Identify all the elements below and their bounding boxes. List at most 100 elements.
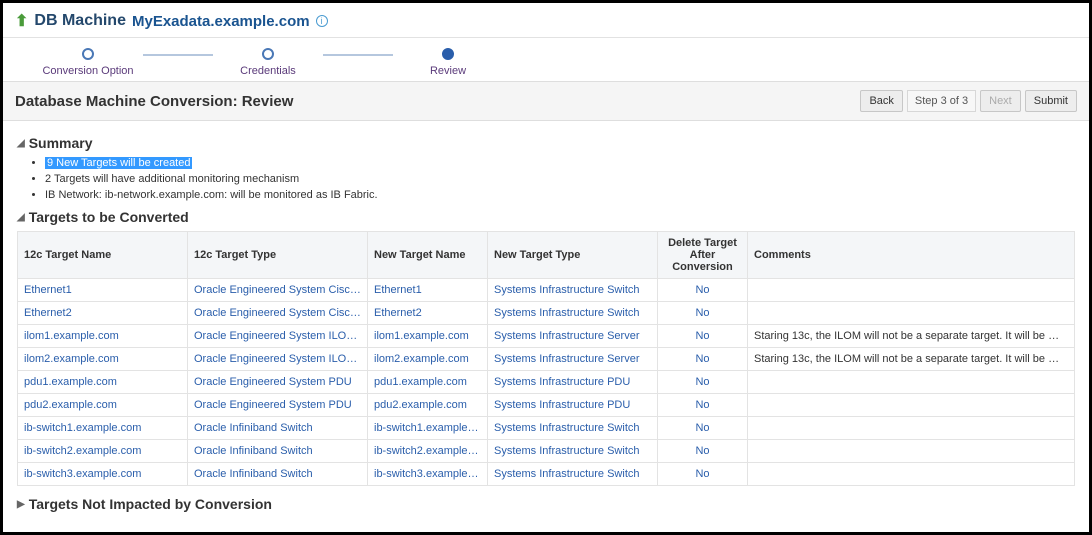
table-row[interactable]: pdu2.example.comOracle Engineered System… xyxy=(18,394,1075,417)
page-header: ⬆ DB Machine MyExadata.example.com i xyxy=(3,3,1089,38)
step-counter: Step 3 of 3 xyxy=(907,90,976,112)
cell-new-type: Systems Infrastructure Switch xyxy=(488,302,658,325)
cell-delete-after: No xyxy=(658,417,748,440)
col-comments[interactable]: Comments xyxy=(748,232,1075,279)
summary-item: 9 New Targets will be created xyxy=(45,157,1075,169)
cell-new-name: ib-switch3.example.com xyxy=(368,463,488,486)
step-dot-icon xyxy=(262,48,274,60)
cell-12c-name: Ethernet2 xyxy=(18,302,188,325)
cell-new-name: ilom1.example.com xyxy=(368,325,488,348)
step-label: Conversion Option xyxy=(42,65,133,77)
summary-list: 9 New Targets will be created 2 Targets … xyxy=(17,157,1075,201)
cell-new-type: Systems Infrastructure Server xyxy=(488,325,658,348)
col-new-target-name[interactable]: New Target Name xyxy=(368,232,488,279)
step-dot-icon xyxy=(442,48,454,60)
section-header: Database Machine Conversion: Review Back… xyxy=(3,81,1089,121)
table-row[interactable]: ib-switch1.example.comOracle Infiniband … xyxy=(18,417,1075,440)
wizard-train: Conversion Option Credentials Review xyxy=(3,38,1089,81)
cell-new-name: ilom2.example.com xyxy=(368,348,488,371)
cell-12c-type: Oracle Engineered System PDU xyxy=(188,371,368,394)
summary-item: IB Network: ib-network.example.com: will… xyxy=(45,189,1075,201)
targets-table: 12c Target Name 12c Target Type New Targ… xyxy=(17,231,1075,486)
cell-12c-name: pdu2.example.com xyxy=(18,394,188,417)
step-label: Review xyxy=(430,65,466,77)
cell-12c-type: Oracle Infiniband Switch xyxy=(188,440,368,463)
cell-12c-name: ilom1.example.com xyxy=(18,325,188,348)
step-line-icon xyxy=(323,54,393,56)
cell-delete-after: No xyxy=(658,463,748,486)
info-icon[interactable]: i xyxy=(316,15,328,27)
cell-delete-after: No xyxy=(658,325,748,348)
cell-new-name: pdu2.example.com xyxy=(368,394,488,417)
step-dot-icon xyxy=(82,48,94,60)
cell-12c-type: Oracle Engineered System Cisco ... xyxy=(188,302,368,325)
cell-delete-after: No xyxy=(658,371,748,394)
not-impacted-heading-label: Targets Not Impacted by Conversion xyxy=(29,496,272,512)
wizard-step-review[interactable]: Review xyxy=(393,48,503,77)
cell-12c-name: ib-switch2.example.com xyxy=(18,440,188,463)
cell-comments xyxy=(748,279,1075,302)
cell-comments xyxy=(748,417,1075,440)
wizard-step-conversion-option[interactable]: Conversion Option xyxy=(33,48,143,77)
targets-heading[interactable]: ◢ Targets to be Converted xyxy=(17,209,1075,225)
cell-comments: Staring 13c, the ILOM will not be a sepa… xyxy=(748,348,1075,371)
cell-comments xyxy=(748,371,1075,394)
target-status-icon: ⬆ xyxy=(15,11,28,31)
cell-new-type: Systems Infrastructure Server xyxy=(488,348,658,371)
cell-delete-after: No xyxy=(658,348,748,371)
submit-button[interactable]: Submit xyxy=(1025,90,1077,112)
targets-heading-label: Targets to be Converted xyxy=(29,209,189,225)
table-row[interactable]: Ethernet2Oracle Engineered System Cisco … xyxy=(18,302,1075,325)
cell-comments: Staring 13c, the ILOM will not be a sepa… xyxy=(748,325,1075,348)
back-button[interactable]: Back xyxy=(860,90,902,112)
summary-heading-label: Summary xyxy=(29,135,93,151)
page-title: Database Machine Conversion: Review xyxy=(15,93,860,110)
cell-new-type: Systems Infrastructure PDU xyxy=(488,371,658,394)
cell-delete-after: No xyxy=(658,394,748,417)
cell-new-name: pdu1.example.com xyxy=(368,371,488,394)
summary-item-highlight: 9 New Targets will be created xyxy=(45,157,192,169)
table-row[interactable]: ilom2.example.comOracle Engineered Syste… xyxy=(18,348,1075,371)
next-button: Next xyxy=(980,90,1021,112)
col-12c-target-type[interactable]: 12c Target Type xyxy=(188,232,368,279)
cell-new-name: Ethernet2 xyxy=(368,302,488,325)
not-impacted-heading[interactable]: ▶ Targets Not Impacted by Conversion xyxy=(17,496,1075,512)
table-row[interactable]: ib-switch2.example.comOracle Infiniband … xyxy=(18,440,1075,463)
cell-new-name: Ethernet1 xyxy=(368,279,488,302)
cell-new-type: Systems Infrastructure Switch xyxy=(488,440,658,463)
step-line-icon xyxy=(143,54,213,56)
col-12c-target-name[interactable]: 12c Target Name xyxy=(18,232,188,279)
table-row[interactable]: pdu1.example.comOracle Engineered System… xyxy=(18,371,1075,394)
cell-new-type: Systems Infrastructure Switch xyxy=(488,279,658,302)
summary-heading[interactable]: ◢ Summary xyxy=(17,135,1075,151)
expand-right-icon: ▶ xyxy=(17,499,25,510)
cell-12c-name: ilom2.example.com xyxy=(18,348,188,371)
cell-delete-after: No xyxy=(658,440,748,463)
page-target-name: MyExadata.example.com xyxy=(132,13,310,30)
cell-delete-after: No xyxy=(658,279,748,302)
table-row[interactable]: ilom1.example.comOracle Engineered Syste… xyxy=(18,325,1075,348)
cell-12c-name: ib-switch1.example.com xyxy=(18,417,188,440)
cell-new-name: ib-switch1.example.com xyxy=(368,417,488,440)
cell-12c-type: Oracle Engineered System PDU xyxy=(188,394,368,417)
cell-12c-name: ib-switch3.example.com xyxy=(18,463,188,486)
cell-delete-after: No xyxy=(658,302,748,325)
cell-new-name: ib-switch2.example.com xyxy=(368,440,488,463)
cell-12c-type: Oracle Infiniband Switch xyxy=(188,463,368,486)
cell-12c-type: Oracle Engineered System ILOM S... xyxy=(188,348,368,371)
cell-comments xyxy=(748,440,1075,463)
step-label: Credentials xyxy=(240,65,296,77)
cell-comments xyxy=(748,463,1075,486)
table-row[interactable]: Ethernet1Oracle Engineered System Cisco … xyxy=(18,279,1075,302)
expand-down-icon: ◢ xyxy=(17,138,25,149)
cell-12c-type: Oracle Engineered System Cisco ... xyxy=(188,279,368,302)
cell-new-type: Systems Infrastructure Switch xyxy=(488,417,658,440)
cell-12c-type: Oracle Engineered System ILOM S... xyxy=(188,325,368,348)
cell-12c-name: Ethernet1 xyxy=(18,279,188,302)
cell-12c-name: pdu1.example.com xyxy=(18,371,188,394)
col-delete-after[interactable]: Delete Target After Conversion xyxy=(658,232,748,279)
cell-comments xyxy=(748,302,1075,325)
wizard-step-credentials[interactable]: Credentials xyxy=(213,48,323,77)
table-row[interactable]: ib-switch3.example.comOracle Infiniband … xyxy=(18,463,1075,486)
col-new-target-type[interactable]: New Target Type xyxy=(488,232,658,279)
